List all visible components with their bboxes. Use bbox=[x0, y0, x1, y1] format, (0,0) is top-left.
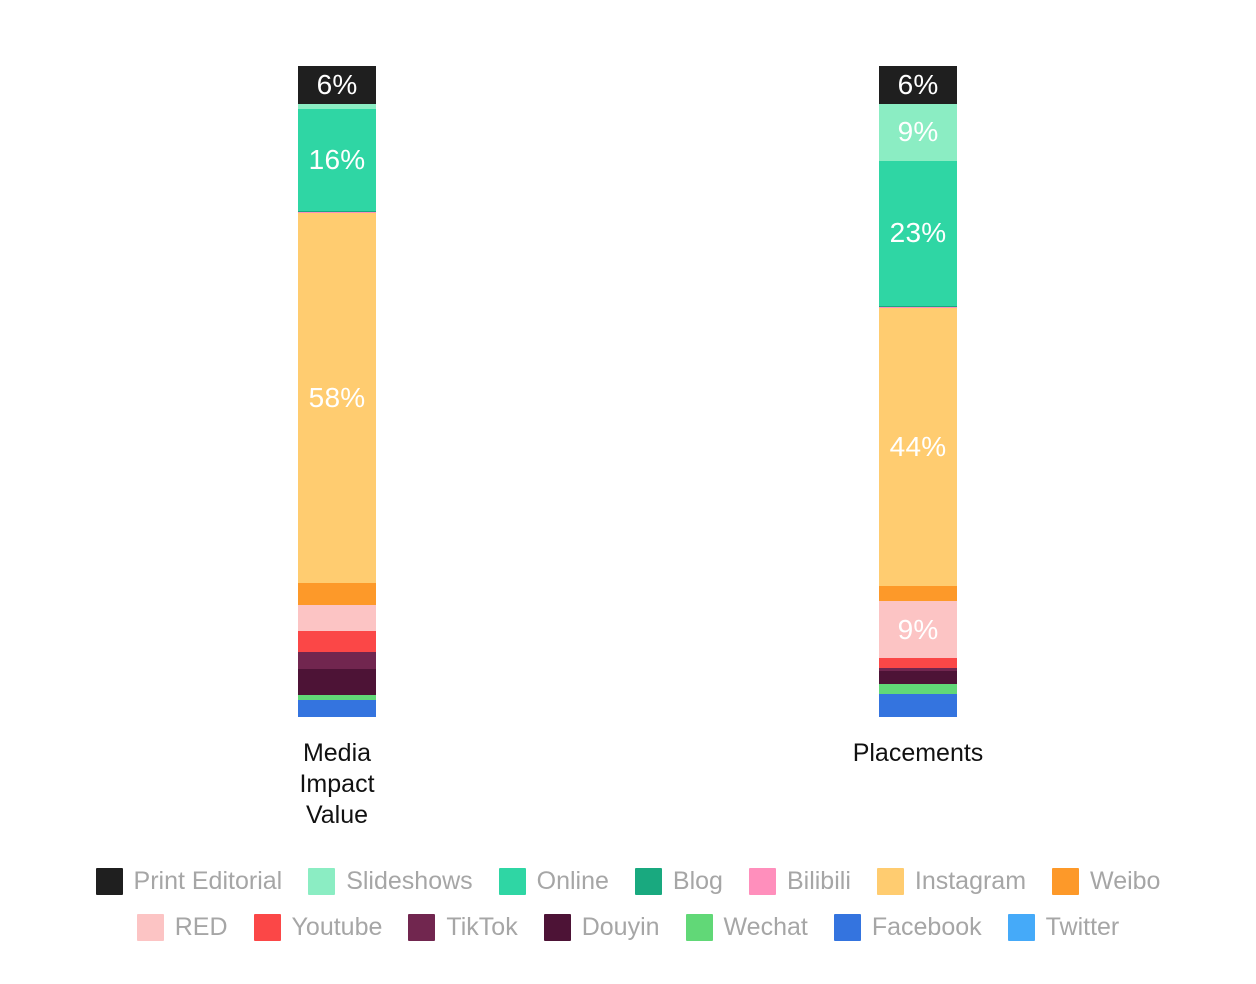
legend-swatch-icon-youtube bbox=[253, 913, 281, 941]
bar-segment-weibo[interactable] bbox=[298, 582, 376, 605]
legend-label: Bilibili bbox=[786, 866, 851, 895]
legend-swatch-icon-print-editorial bbox=[95, 867, 123, 895]
bar-segment-facebook[interactable] bbox=[298, 699, 376, 717]
legend-label: Wechat bbox=[723, 912, 808, 941]
legend-label: Facebook bbox=[871, 912, 982, 941]
legend-swatch-icon-slideshows bbox=[308, 867, 336, 895]
bar-segment-wechat[interactable] bbox=[879, 684, 957, 695]
bar-stack[interactable]: 6% 16% 58% bbox=[298, 66, 376, 717]
legend-swatch-icon-twitter bbox=[1007, 913, 1035, 941]
segment-value-label: 6% bbox=[897, 68, 939, 100]
legend-swatch-icon-instagram bbox=[876, 867, 904, 895]
bar-segment-facebook[interactable] bbox=[879, 694, 957, 717]
legend-swatch-icon-blog bbox=[634, 867, 662, 895]
legend-label: Weibo bbox=[1090, 866, 1161, 895]
legend-item-instagram[interactable]: Instagram bbox=[876, 866, 1027, 895]
legend-item-slideshows[interactable]: Slideshows bbox=[308, 866, 473, 895]
bar-segment-youtube[interactable] bbox=[298, 630, 376, 653]
plot-area: 6% 16% 58% 6% 9% 23% 44% 9% Media Impact Value P… bbox=[0, 0, 1256, 829]
legend-label: Youtube bbox=[291, 912, 383, 941]
legend-item-bilibili[interactable]: Bilibili bbox=[748, 866, 851, 895]
legend-item-online[interactable]: Online bbox=[498, 866, 609, 895]
legend-label: Blog bbox=[672, 866, 723, 895]
legend-item-wechat[interactable]: Wechat bbox=[685, 912, 808, 941]
segment-value-label: 44% bbox=[889, 431, 947, 463]
legend-swatch-icon-douyin bbox=[543, 913, 571, 941]
legend-swatch-icon-bilibili bbox=[748, 867, 776, 895]
legend-swatch-icon-online bbox=[498, 867, 526, 895]
legend-label: Print Editorial bbox=[133, 866, 283, 895]
bar-segment-slideshows[interactable]: 9% bbox=[879, 103, 957, 161]
segment-value-label: 6% bbox=[316, 69, 358, 101]
legend-item-red[interactable]: RED bbox=[136, 912, 228, 941]
legend-swatch-icon-facebook bbox=[833, 913, 861, 941]
bar-segment-red[interactable]: 9% bbox=[879, 601, 957, 659]
chart-legend: Print Editorial Slideshows Online Blog Bilib… bbox=[0, 858, 1256, 950]
legend-item-youtube[interactable]: Youtube bbox=[253, 912, 383, 941]
category-label-line: Media bbox=[302, 739, 372, 767]
legend-row-2: RED Youtube TikTok Douyin Wechat Facebook Twit… bbox=[0, 904, 1256, 950]
legend-swatch-icon-wechat bbox=[685, 913, 713, 941]
category-label-media-impact-value: Media Impact Value bbox=[247, 738, 427, 831]
bar-segment-print-editorial[interactable]: 6% bbox=[298, 66, 376, 105]
bar-segment-online[interactable]: 16% bbox=[298, 108, 376, 211]
bar-segment-weibo[interactable] bbox=[879, 586, 957, 602]
bar-group-media-impact-value: 6% 16% 58% bbox=[298, 0, 376, 730]
bar-stack[interactable]: 6% 9% 23% 44% 9% bbox=[879, 66, 957, 717]
legend-row-1: Print Editorial Slideshows Online Blog Bilib… bbox=[0, 858, 1256, 904]
legend-item-blog[interactable]: Blog bbox=[634, 866, 723, 895]
category-label-line: Impact bbox=[299, 770, 375, 798]
bar-segment-douyin[interactable] bbox=[879, 671, 957, 685]
segment-value-label: 9% bbox=[897, 116, 939, 148]
legend-label: Douyin bbox=[581, 912, 660, 941]
legend-swatch-icon-weibo bbox=[1052, 867, 1080, 895]
segment-value-label: 16% bbox=[308, 143, 366, 175]
bar-segment-online[interactable]: 23% bbox=[879, 160, 957, 307]
bar-segment-instagram[interactable]: 58% bbox=[298, 212, 376, 583]
legend-label: Online bbox=[536, 866, 609, 895]
bar-segment-youtube[interactable] bbox=[879, 658, 957, 668]
bar-segment-douyin[interactable] bbox=[298, 669, 376, 695]
category-label-placements: Placements bbox=[812, 738, 1024, 769]
bar-group-placements: 6% 9% 23% 44% 9% bbox=[879, 0, 957, 730]
bar-segment-red[interactable] bbox=[298, 604, 376, 631]
legend-item-twitter[interactable]: Twitter bbox=[1007, 912, 1120, 941]
legend-label: Slideshows bbox=[346, 866, 473, 895]
legend-label: Instagram bbox=[914, 866, 1027, 895]
bar-segment-instagram[interactable]: 44% bbox=[879, 308, 957, 587]
legend-label: TikTok bbox=[446, 912, 518, 941]
legend-swatch-icon-red bbox=[136, 913, 164, 941]
legend-label: Twitter bbox=[1045, 912, 1120, 941]
legend-item-weibo[interactable]: Weibo bbox=[1052, 866, 1161, 895]
legend-item-douyin[interactable]: Douyin bbox=[543, 912, 660, 941]
bar-segment-tiktok[interactable] bbox=[298, 652, 376, 670]
bar-segment-print-editorial[interactable]: 6% bbox=[879, 66, 957, 104]
legend-item-tiktok[interactable]: TikTok bbox=[408, 912, 518, 941]
segment-value-label: 58% bbox=[308, 381, 366, 413]
category-label-line: Value bbox=[305, 801, 369, 829]
category-label-line: Placements bbox=[852, 739, 984, 767]
stacked-bar-chart: 6% 16% 58% 6% 9% 23% 44% 9% Media Impact Value P… bbox=[0, 0, 1256, 984]
legend-swatch-icon-tiktok bbox=[408, 913, 436, 941]
legend-item-print-editorial[interactable]: Print Editorial bbox=[95, 866, 283, 895]
legend-item-facebook[interactable]: Facebook bbox=[833, 912, 982, 941]
segment-value-label: 9% bbox=[897, 613, 939, 645]
legend-label: RED bbox=[174, 912, 228, 941]
segment-value-label: 23% bbox=[889, 217, 947, 249]
